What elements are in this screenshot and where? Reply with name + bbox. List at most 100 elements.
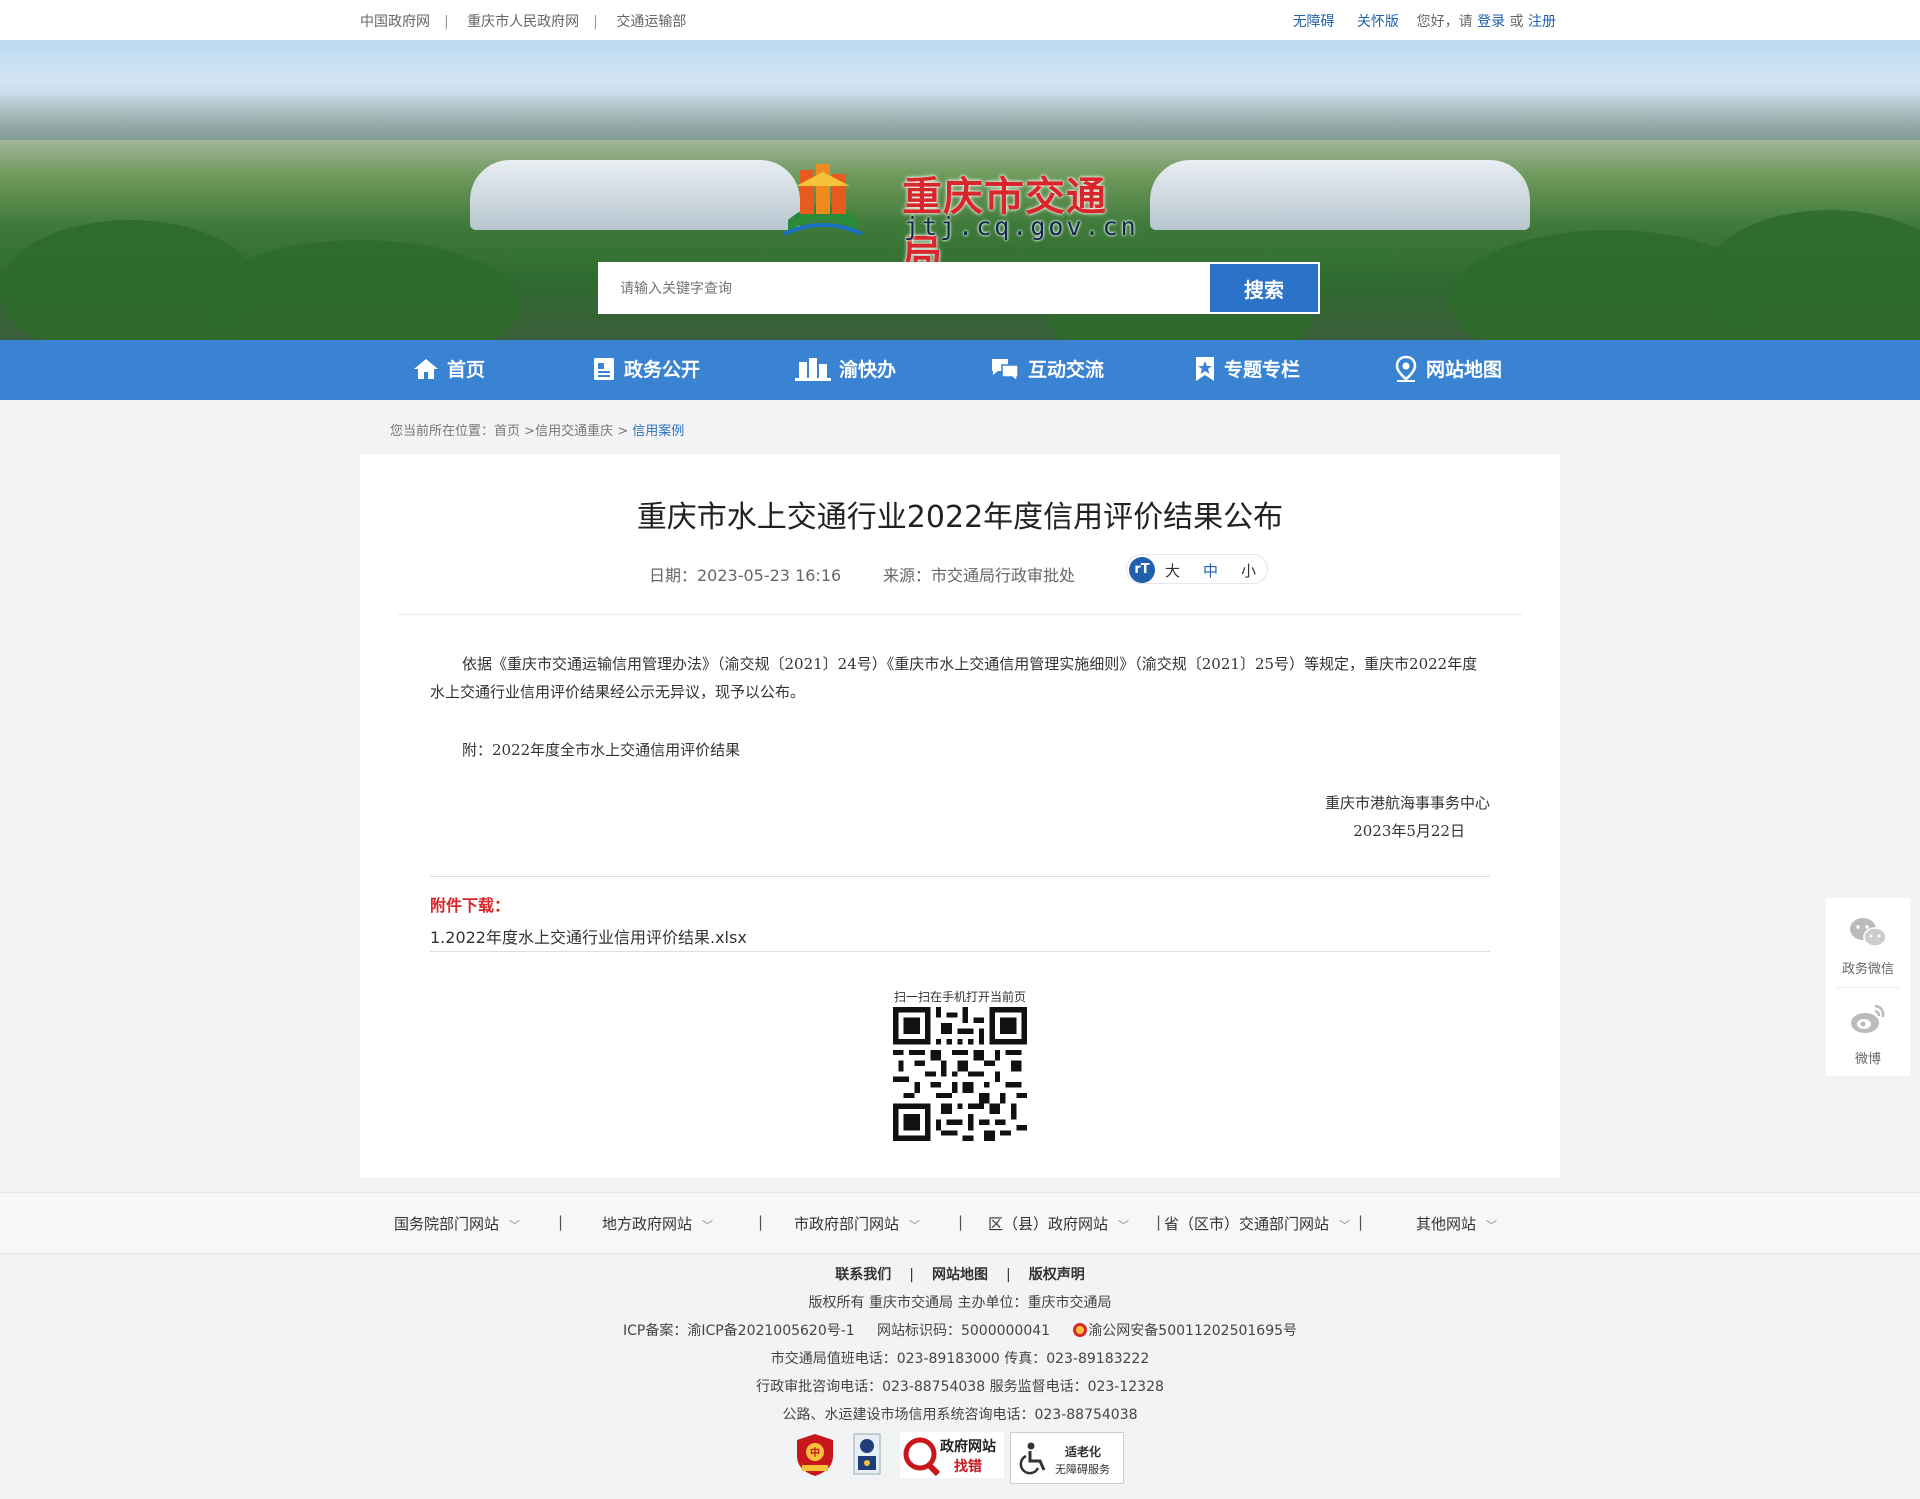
breadcrumb-credit[interactable]: 信用交通重庆	[535, 424, 613, 439]
search-input[interactable]	[598, 262, 1208, 314]
attachment-link[interactable]: 1.2022年度水上交通行业信用评价结果.xlsx	[430, 924, 747, 948]
article-title: 重庆市水上交通行业2022年度信用评价结果公布	[636, 500, 1284, 535]
wechat-float-button[interactable]: 政务微信	[1826, 898, 1910, 986]
nav-yukuaiban-label: 渝快办	[839, 359, 897, 381]
font-size-icon: rT	[1129, 557, 1155, 583]
document-icon	[594, 357, 614, 380]
or-text: 或	[1509, 14, 1524, 30]
star-bookmark-icon	[1196, 356, 1214, 381]
greeting-text: 您好，请	[1416, 14, 1473, 30]
nav-home[interactable]: 首页	[413, 340, 485, 400]
font-large-button[interactable]: 大	[1165, 560, 1180, 581]
police-record-link[interactable]: 渝公网安备50011202501695号	[1088, 1323, 1297, 1339]
chevron-down-icon: ﹀	[1339, 1219, 1351, 1232]
nav-sitemap-label: 网站地图	[1426, 359, 1503, 381]
gov-error-badge-text: 政府网站	[940, 1439, 996, 1455]
article-sign-date: 2023年5月22日	[1353, 822, 1465, 840]
article-signature: 重庆市港航海事事务中心	[1324, 794, 1490, 812]
site-logo[interactable]: 重庆市交通局 jtj.cq.gov.cn	[782, 160, 1142, 278]
chevron-down-icon: ﹀	[509, 1219, 521, 1232]
footer-dropdown-district-gov[interactable]: 区（县）政府网站 ﹀	[988, 1213, 1129, 1234]
footer-sitemap-link[interactable]: 网站地图	[932, 1267, 988, 1283]
nav-home-label: 首页	[447, 359, 486, 381]
elderly-badge-sub: 无障碍服务	[1055, 1463, 1110, 1476]
font-medium-button[interactable]: 中	[1203, 560, 1218, 581]
party-gov-badge-icon: 中	[797, 1434, 833, 1476]
top-links: 中国政府网 | 重庆市人民政府网 | 交通运输部	[360, 14, 687, 30]
footer-site-links: 国务院部门网站 ﹀ | 地方政府网站 ﹀ | 市政府部门网站 ﹀ | 区（县）政府网站…	[0, 1192, 1920, 1254]
chevron-down-icon: ﹀	[909, 1219, 921, 1232]
qr-code-icon	[893, 1007, 1027, 1141]
article-paragraph-1: 依据《重庆市交通运输信用管理办法》（渝交规〔2021〕24号）《重庆市水上交通信…	[430, 655, 1478, 701]
footer-credit-phone: 公路、水运建设市场信用系统咨询电话：023-88754038	[782, 1407, 1138, 1423]
building-icon	[795, 357, 831, 381]
nav-interaction[interactable]: 互动交流	[990, 340, 1104, 400]
nav-special-topics-label: 专题专栏	[1224, 359, 1301, 381]
nav-gov-affairs[interactable]: 政务公开	[592, 340, 700, 400]
elderly-mode-link[interactable]: 关怀版	[1357, 14, 1399, 30]
logo-emblem-icon	[783, 164, 863, 236]
font-size-switcher: rT 大 中 小	[1126, 554, 1268, 584]
icp-link[interactable]: ICP备案：渝ICP备2021005620号-1	[623, 1323, 855, 1339]
police-guard-badge[interactable]	[852, 1432, 882, 1484]
article-source: 来源：市交通局行政审批处	[883, 566, 1076, 585]
footer-owner: 版权所有 重庆市交通局 主办单位：重庆市交通局	[808, 1295, 1112, 1311]
side-float-panel: 政务微信 微博	[1826, 898, 1910, 1076]
police-badge-icon	[1073, 1323, 1088, 1337]
link-china-gov[interactable]: 中国政府网	[360, 14, 430, 30]
article-meta: 日期：2023-05-23 16:16 来源：市交通局行政审批处 rT 大 中 …	[360, 554, 1560, 586]
elderly-accessibility-badge[interactable]: 适老化 无障碍服务	[1010, 1432, 1124, 1484]
chevron-down-icon: ﹀	[1486, 1219, 1498, 1232]
qr-label: 扫一扫在手机打开当前页	[893, 990, 1026, 1004]
accessibility-link[interactable]: 无障碍	[1293, 14, 1335, 30]
footer-contact-link[interactable]: 联系我们	[835, 1267, 891, 1283]
banner-terminal-right	[1150, 160, 1530, 230]
nav-sitemap[interactable]: 网站地图	[1394, 340, 1502, 400]
login-link[interactable]: 登录	[1477, 14, 1505, 30]
footer-approval-phone: 行政审批咨询电话：023-88754038 服务监督电话：023-12328	[756, 1379, 1164, 1395]
link-mot[interactable]: 交通运输部	[616, 14, 686, 30]
footer-links: 联系我们 | 网站地图 | 版权声明	[835, 1267, 1085, 1283]
map-pin-icon	[1395, 355, 1417, 382]
banner: 重庆市交通局 jtj.cq.gov.cn 搜索	[0, 40, 1920, 340]
footer-registration: ICP备案：渝ICP备2021005620号-1 网站标识码：500000004…	[0, 1320, 1920, 1340]
chevron-down-icon: ﹀	[702, 1219, 714, 1232]
article-date: 日期：2023-05-23 16:16	[649, 566, 842, 585]
footer-dropdown-local-gov[interactable]: 地方政府网站 ﹀	[602, 1213, 713, 1234]
top-bar: 中国政府网 | 重庆市人民政府网 | 交通运输部 无障碍 关怀版 您好，请 登录 或…	[0, 0, 1920, 40]
breadcrumb: 您当前所在位置：首页 >信用交通重庆 > 信用案例	[390, 424, 685, 439]
wechat-label: 政务微信	[1841, 962, 1894, 977]
svg-text:中: 中	[810, 1446, 820, 1459]
search-bar: 搜索	[598, 262, 1320, 314]
article-paragraph-2: 附：2022年度全市水上交通信用评价结果	[462, 741, 741, 759]
footer-dropdown-city-dept[interactable]: 市政府部门网站 ﹀	[794, 1213, 920, 1234]
gov-error-badge-sub: 找错	[954, 1459, 982, 1475]
wheelchair-icon	[1019, 1442, 1046, 1475]
breadcrumb-current[interactable]: 信用案例	[632, 424, 684, 439]
search-button[interactable]: 搜索	[1208, 262, 1320, 314]
weibo-float-button[interactable]: 微博	[1826, 988, 1910, 1076]
logo-domain: jtj.cq.gov.cn	[904, 212, 1139, 241]
register-link[interactable]: 注册	[1528, 14, 1556, 30]
footer-dropdown-other[interactable]: 其他网站 ﹀	[1416, 1213, 1497, 1234]
party-gov-badge[interactable]: 中	[794, 1432, 836, 1484]
attachment-divider-top	[430, 876, 1490, 877]
attachment-title: 附件下载：	[430, 896, 511, 915]
footer-dropdown-province-transport[interactable]: 省（区市）交通部门网站 ﹀	[1164, 1213, 1350, 1234]
nav-yukuaiban[interactable]: 渝快办	[795, 340, 896, 400]
elderly-badge-text: 适老化	[1065, 1445, 1102, 1459]
gov-site-error-badge[interactable]: 政府网站 找错	[900, 1432, 1004, 1484]
top-user-links: 无障碍 关怀版 您好，请 登录 或 注册	[1293, 11, 1556, 31]
attachment-divider-bottom	[430, 951, 1490, 952]
banner-terminal-left	[470, 160, 800, 230]
weibo-icon	[1851, 1004, 1885, 1033]
site-id: 网站标识码：5000000041	[876, 1323, 1051, 1339]
nav-special-topics[interactable]: 专题专栏	[1194, 340, 1300, 400]
footer: 联系我们 | 网站地图 | 版权声明 版权所有 重庆市交通局 主办单位：重庆市交通局 I…	[0, 1254, 1920, 1499]
footer-copyright-link[interactable]: 版权声明	[1029, 1267, 1085, 1283]
link-cq-gov[interactable]: 重庆市人民政府网	[467, 14, 579, 30]
breadcrumb-home[interactable]: 首页	[494, 424, 520, 439]
footer-dropdown-state-council[interactable]: 国务院部门网站 ﹀	[394, 1213, 520, 1234]
font-small-button[interactable]: 小	[1241, 560, 1256, 581]
weibo-label: 微博	[1854, 1052, 1881, 1067]
